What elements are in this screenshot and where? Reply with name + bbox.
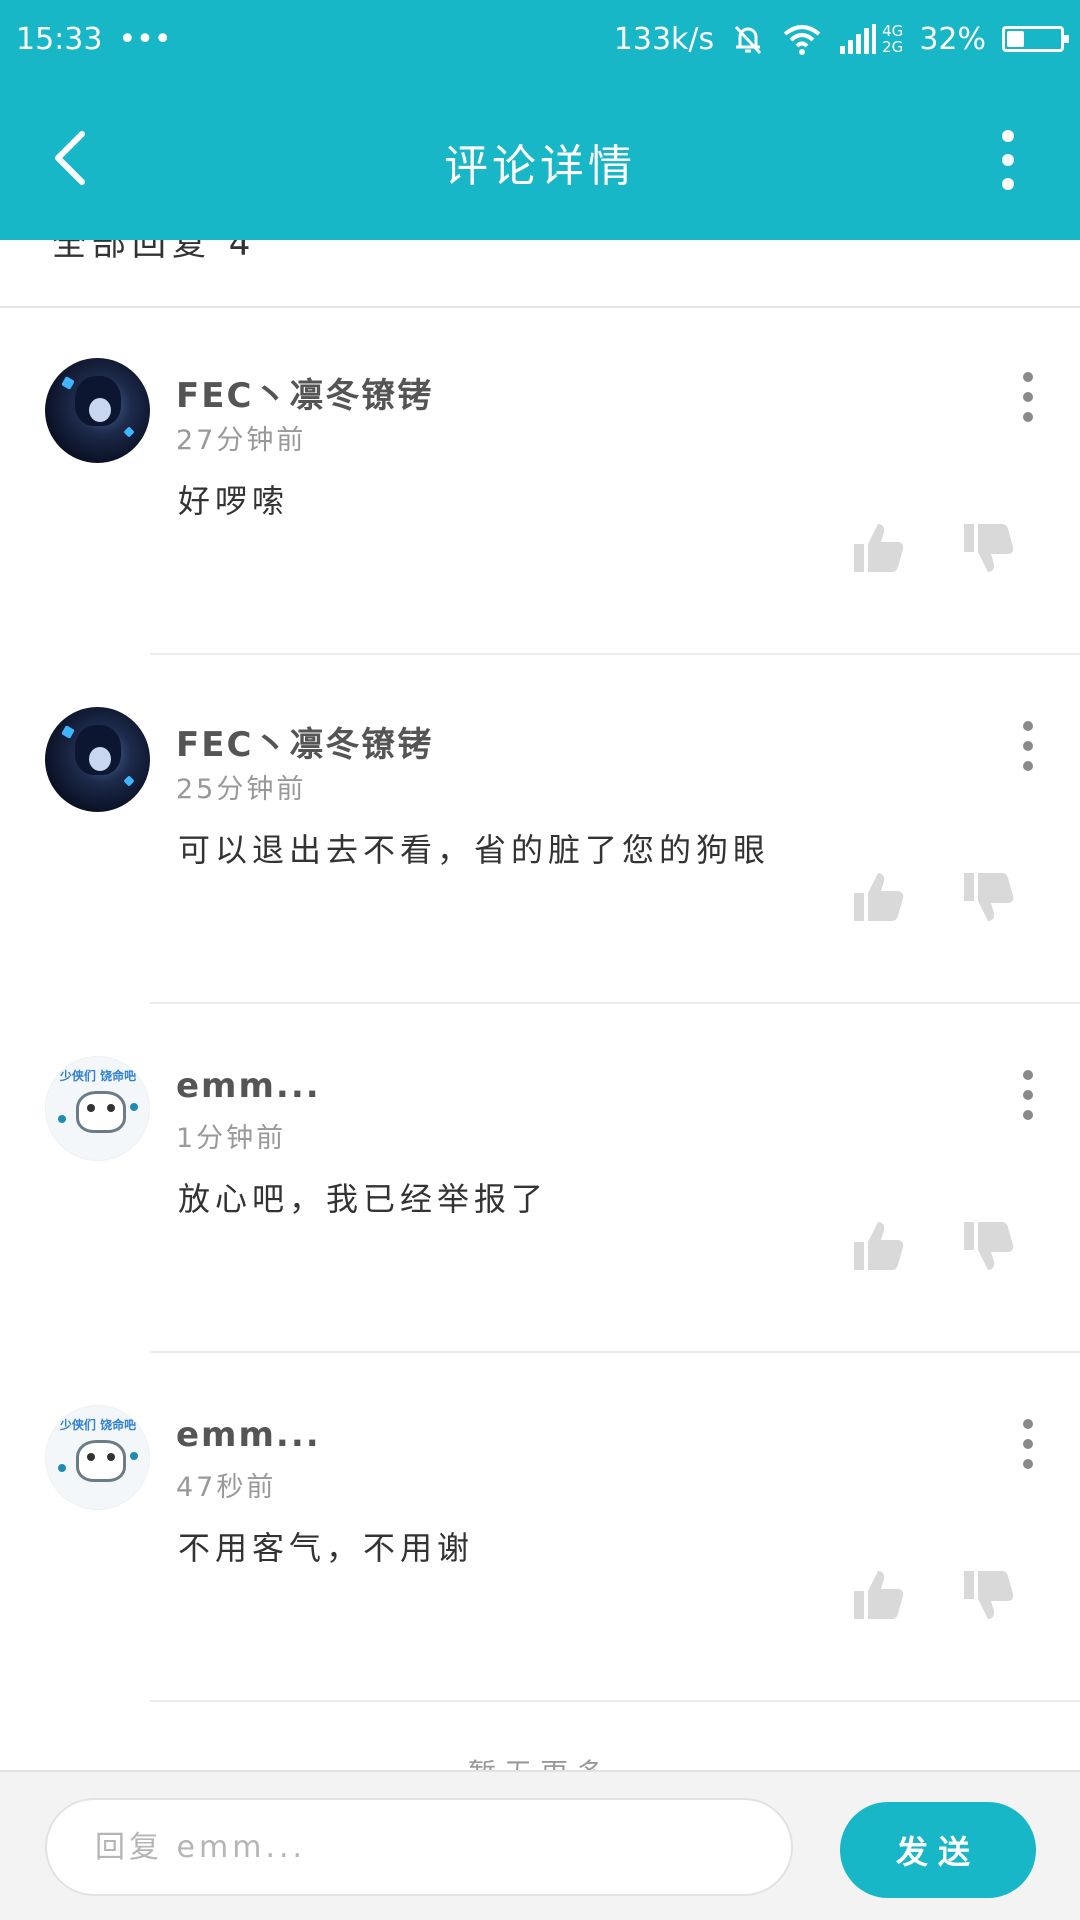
avatar-logo-text: 少侠们 饶命吧 — [59, 1069, 137, 1083]
replies-header: 全部回复 4 — [0, 240, 1080, 308]
comment-text: 不用客气，不用谢 — [178, 1529, 475, 1567]
comment-item: 少侠们 饶命吧 emm... 1分钟前 放心吧，我已经举报了 — [0, 1004, 1080, 1353]
thumbs-up-icon[interactable] — [848, 1565, 908, 1625]
wifi-icon — [782, 22, 822, 56]
comment-time: 27分钟前 — [176, 425, 307, 456]
divider — [150, 1700, 1080, 1702]
comment-author[interactable]: FEC丶凛冬镣铐 — [176, 717, 433, 766]
avatar[interactable] — [45, 358, 150, 463]
comment-text: 放心吧，我已经举报了 — [178, 1180, 549, 1218]
comment-text: 可以退出去不看，省的脏了您的狗眼 — [178, 831, 771, 869]
comment-menu-button[interactable] — [1018, 372, 1038, 422]
signal-2g-label: 2G — [882, 38, 904, 56]
battery-percent: 32% — [919, 21, 986, 57]
thumbs-up-icon[interactable] — [848, 518, 908, 578]
comment-item: 少侠们 饶命吧 emm... 47秒前 不用客气，不用谢 — [0, 1353, 1080, 1702]
comment-item: FEC丶凛冬镣铐 25分钟前 可以退出去不看，省的脏了您的狗眼 — [0, 655, 1080, 1004]
thumbs-up-icon[interactable] — [848, 867, 908, 927]
app-bar: 评论详情 — [0, 78, 1080, 240]
comment-time: 1分钟前 — [176, 1123, 287, 1154]
comment-menu-button[interactable] — [1018, 1070, 1038, 1120]
status-time: 15:33 — [16, 21, 103, 57]
send-button[interactable]: 发送 — [840, 1802, 1036, 1898]
comment-item: FEC丶凛冬镣铐 27分钟前 好啰嗦 — [0, 306, 1080, 655]
status-more-dots: ••• — [118, 21, 172, 57]
battery-icon — [1002, 26, 1069, 52]
thumbs-down-icon[interactable] — [958, 1216, 1018, 1276]
bell-muted-icon — [730, 21, 766, 57]
page-title: 评论详情 — [444, 141, 636, 192]
comment-menu-button[interactable] — [1018, 721, 1038, 771]
signal-4g-label: 4G — [882, 22, 904, 40]
avatar[interactable] — [45, 707, 150, 812]
thumbs-down-icon[interactable] — [958, 1565, 1018, 1625]
reply-bar: 发送 — [0, 1770, 1080, 1920]
comment-author[interactable]: FEC丶凛冬镣铐 — [176, 368, 433, 417]
avatar[interactable]: 少侠们 饶命吧 — [45, 1405, 150, 1510]
net-speed: 133k/s — [613, 21, 715, 57]
replies-count-label: 全部回复 4 — [52, 240, 257, 264]
dot — [1002, 154, 1014, 166]
more-options-button[interactable] — [988, 130, 1028, 190]
dot — [1002, 178, 1014, 190]
comment-time: 25分钟前 — [176, 774, 307, 805]
avatar[interactable]: 少侠们 饶命吧 — [45, 1056, 150, 1161]
reply-input[interactable] — [45, 1798, 793, 1896]
avatar-logo-text: 少侠们 饶命吧 — [59, 1418, 137, 1432]
thumbs-down-icon[interactable] — [958, 867, 1018, 927]
status-left: 15:33 ••• — [16, 22, 172, 57]
thumbs-up-icon[interactable] — [848, 1216, 908, 1276]
thumbs-down-icon[interactable] — [958, 518, 1018, 578]
comment-time: 47秒前 — [176, 1472, 277, 1503]
signal-icon: 4G 2G — [838, 22, 903, 56]
comment-author[interactable]: emm... — [176, 1415, 321, 1455]
status-bar: 15:33 ••• 133k/s 4G 2G 32% — [0, 0, 1080, 78]
comment-author[interactable]: emm... — [176, 1066, 321, 1106]
comment-text: 好啰嗦 — [178, 482, 290, 520]
status-right: 133k/s 4G 2G 32% — [613, 21, 1069, 57]
comment-menu-button[interactable] — [1018, 1419, 1038, 1469]
dot — [1002, 130, 1014, 142]
